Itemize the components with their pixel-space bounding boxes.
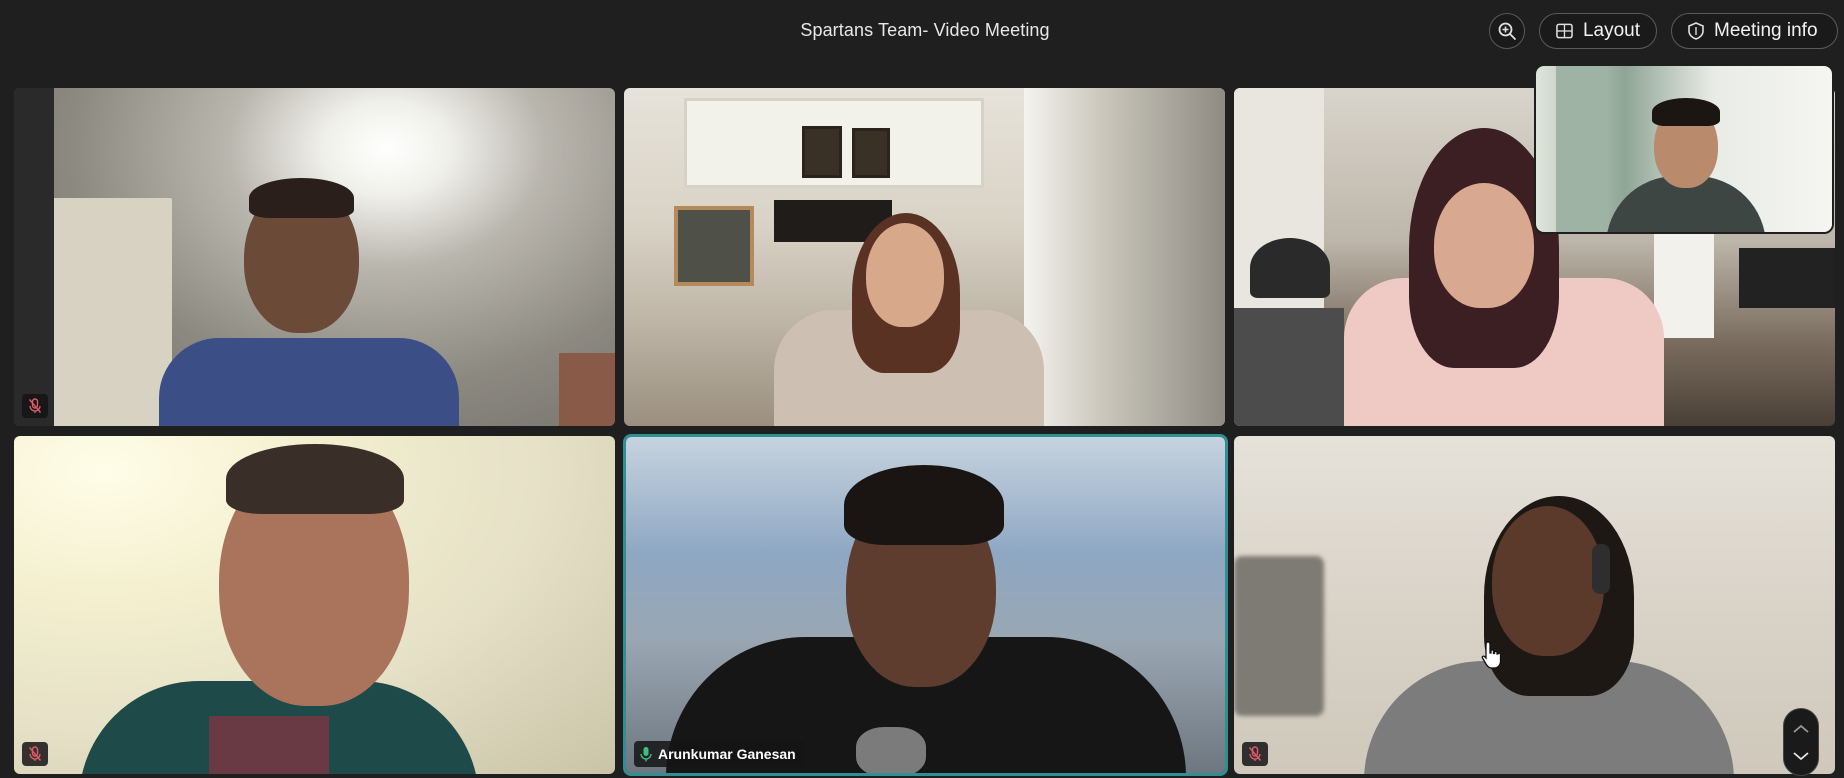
chevron-down-icon[interactable] — [1792, 751, 1810, 761]
participant-name: Arunkumar Ganesan — [658, 746, 796, 762]
mic-muted-indicator — [22, 394, 48, 418]
meeting-info-label: Meeting info — [1714, 20, 1818, 41]
layout-button[interactable]: Layout — [1539, 13, 1657, 49]
mic-off-icon — [28, 746, 42, 761]
person-head — [1492, 506, 1604, 656]
headphones — [1592, 544, 1610, 594]
mic-muted-indicator — [22, 742, 48, 766]
top-bar: Spartans Team- Video Meeting Layout Meet… — [0, 0, 1844, 64]
layout-label: Layout — [1582, 20, 1640, 41]
hand-cursor-icon — [1481, 641, 1502, 669]
meeting-title: Spartans Team- Video Meeting — [800, 20, 1050, 40]
person-body — [159, 338, 459, 426]
chevron-up-icon[interactable] — [1792, 724, 1810, 734]
participant-tile-5-active-speaker[interactable]: Arunkumar Ganesan — [623, 434, 1228, 776]
grid-icon — [1556, 23, 1573, 39]
zoom-button[interactable] — [1489, 13, 1525, 49]
meeting-info-button[interactable]: Meeting info — [1671, 13, 1838, 49]
grid-page-scroll-control[interactable] — [1783, 708, 1819, 776]
person-head — [1434, 183, 1534, 308]
person-head — [866, 223, 944, 327]
self-view-tile[interactable] — [1534, 64, 1834, 234]
participant-name-badge: Arunkumar Ganesan — [634, 741, 804, 767]
shield-icon — [1688, 22, 1704, 40]
participant-tile-2[interactable] — [624, 88, 1225, 426]
mic-off-icon — [28, 398, 42, 413]
participant-tile-1[interactable] — [14, 88, 615, 426]
mic-off-icon — [1248, 746, 1262, 761]
participant-tile-6[interactable] — [1234, 436, 1835, 774]
zoom-in-icon — [1498, 22, 1516, 40]
meeting-window: Spartans Team- Video Meeting Layout Meet… — [0, 0, 1844, 778]
mic-muted-indicator — [1242, 742, 1268, 766]
mic-active-icon — [640, 747, 652, 762]
participant-tile-4[interactable] — [14, 436, 615, 774]
